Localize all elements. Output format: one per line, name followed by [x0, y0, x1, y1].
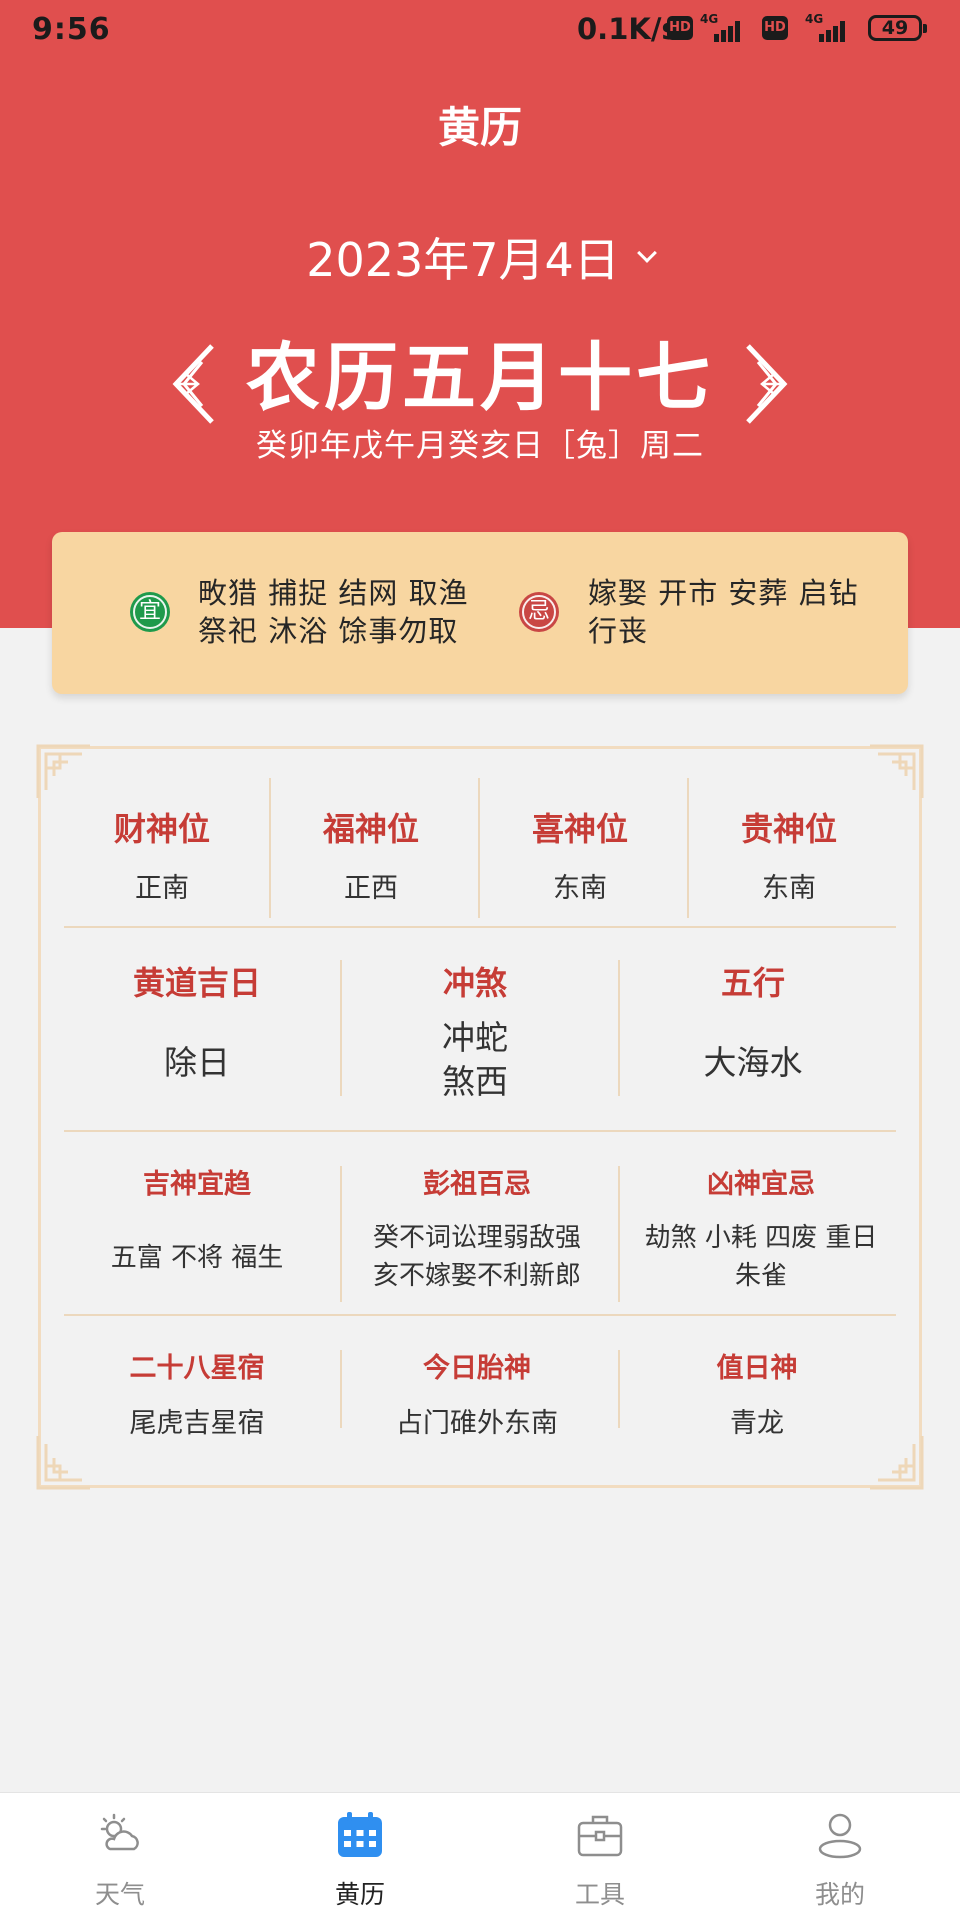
network-type-2: 4G: [805, 12, 824, 26]
chevron-down-icon[interactable]: [636, 243, 657, 263]
row3-value-line1: 劫煞 小耗 四废 重日: [644, 1223, 878, 1253]
row4-value: 青龙: [730, 1408, 784, 1439]
signal-icon: 4G: [700, 12, 744, 44]
divider: [340, 1350, 342, 1428]
corner-ornament-icon: [870, 1436, 924, 1490]
row3-value-line2: 朱雀: [734, 1261, 787, 1291]
jishen-cell: 吉神宜趋 五富 不将 福生: [58, 1162, 336, 1274]
xiongshen-cell: 凶神宜忌 劫煞 小耗 四废 重日 朱雀: [620, 1162, 902, 1295]
toolbox-icon[interactable]: [576, 1811, 624, 1859]
nav-profile[interactable]: 我的: [720, 1793, 960, 1921]
row3-value-line1: 癸不词讼理弱敌强: [372, 1223, 581, 1253]
ji-line-1: 嫁娶 开市 安葬 启钻: [588, 576, 859, 610]
signal-icon-2: 4G: [805, 12, 849, 44]
nav-calendar[interactable]: 黄历: [240, 1793, 480, 1921]
divider: [687, 778, 689, 918]
divider: [478, 778, 480, 918]
deity-title: 喜神位: [531, 810, 628, 848]
deity-title: 福神位: [322, 810, 419, 848]
almanac-panel: 财神位 正南 福神位 正西 喜神位 东南 贵神位 东南 黄道吉日 除日 冲煞 冲…: [36, 744, 924, 1490]
row3-title: 彭祖百忌: [423, 1169, 531, 1200]
huangdao-cell: 黄道吉日 除日: [58, 958, 336, 1084]
yi-line-1: 畋猎 捕捉 结网 取渔: [198, 576, 469, 610]
weather-icon[interactable]: [96, 1811, 144, 1859]
row4-value: 占门碓外东南: [396, 1408, 558, 1439]
ji-line-2: 行丧: [588, 614, 649, 648]
deity-value: 东南: [553, 873, 607, 904]
row4-value: 尾虎吉星宿: [129, 1408, 265, 1439]
wuxing-cell: 五行 大海水: [614, 958, 892, 1084]
ganzhi-date: 癸卯年戊午月癸亥日［兔］周二: [256, 428, 704, 464]
divider: [340, 1166, 342, 1302]
divider: [618, 960, 620, 1096]
divider: [618, 1166, 620, 1302]
deity-value: 东南: [762, 873, 816, 904]
network-type: 4G: [700, 12, 719, 26]
nav-label[interactable]: 工具: [480, 1875, 720, 1911]
deity-cell: 贵神位 东南: [685, 804, 893, 905]
divider: [64, 1314, 896, 1316]
row4-title: 值日神: [716, 1353, 798, 1384]
yiji-card: 宜 畋猎 捕捉 结网 取渔 祭祀 沐浴 馀事勿取 忌 嫁娶 开市 安葬 启钻 行…: [52, 532, 908, 694]
row4-title: 今日胎神: [423, 1353, 531, 1384]
deity-cell: 喜神位 东南: [476, 804, 684, 905]
nav-tools[interactable]: 工具: [480, 1793, 720, 1921]
deity-cell: 财神位 正南: [58, 804, 266, 905]
row2-title: 黄道吉日: [132, 964, 261, 1002]
divider: [64, 1130, 896, 1132]
ji-icon: 忌: [519, 592, 559, 632]
row3-title: 凶神宜忌: [707, 1169, 815, 1200]
chongsha-cell: 冲煞 冲蛇 煞西: [336, 958, 614, 1104]
status-bar: 9:56 0.1K/s HD 4G HD 4G 49: [0, 0, 960, 58]
page-title: 黄历: [437, 103, 522, 152]
network-speed: 0.1K/s: [577, 12, 679, 46]
yi-text: 畋猎 捕捉 结网 取渔 祭祀 沐浴 馀事勿取: [198, 574, 469, 650]
hd-icon: HD: [667, 16, 693, 40]
profile-icon[interactable]: [816, 1811, 864, 1859]
deity-title: 贵神位: [740, 810, 837, 848]
zhirishen-cell: 值日神 青龙: [618, 1346, 896, 1440]
status-time: 9:56: [32, 12, 111, 47]
nav-weather[interactable]: 天气: [0, 1793, 240, 1921]
ji-text: 嫁娶 开市 安葬 启钻 行丧: [588, 574, 859, 650]
row2-value-line2: 煞西: [442, 1062, 508, 1101]
row2-title: 冲煞: [442, 964, 507, 1002]
yi-line-2: 祭祀 沐浴 馀事勿取: [198, 614, 459, 648]
deity-title: 财神位: [113, 810, 210, 848]
row2-value: 大海水: [703, 1043, 803, 1082]
pengzu-cell: 彭祖百忌 癸不词讼理弱敌强 亥不嫁娶不利新郎: [336, 1162, 618, 1295]
battery-icon: 49: [868, 15, 927, 41]
divider: [618, 1350, 620, 1428]
row3-value-line2: 亥不嫁娶不利新郎: [372, 1261, 581, 1291]
row4-title: 二十八星宿: [129, 1353, 265, 1384]
xingxiu-cell: 二十八星宿 尾虎吉星宿: [58, 1346, 336, 1440]
calendar-icon[interactable]: [336, 1811, 384, 1859]
lunar-date: 农历五月十七: [246, 335, 714, 421]
divider: [64, 926, 896, 928]
row2-value-line1: 冲蛇: [442, 1018, 508, 1057]
nav-label[interactable]: 天气: [0, 1875, 240, 1911]
row2-value: 除日: [164, 1043, 230, 1082]
row3-value: 五富 不将 福生: [110, 1243, 284, 1273]
row3-title: 吉神宜趋: [143, 1169, 251, 1200]
date-selector[interactable]: 2023年7月4日: [0, 224, 960, 290]
hd-icon-2: HD: [762, 16, 788, 40]
corner-ornament-icon: [36, 744, 90, 798]
corner-ornament-icon: [36, 1436, 90, 1490]
selected-date[interactable]: 2023年7月4日: [306, 233, 620, 287]
deity-cell: 福神位 正西: [267, 804, 475, 905]
divider: [340, 960, 342, 1096]
nav-label[interactable]: 我的: [720, 1875, 960, 1911]
taishen-cell: 今日胎神 占门碓外东南: [336, 1346, 618, 1440]
row2-title: 五行: [720, 964, 785, 1002]
corner-ornament-icon: [870, 744, 924, 798]
nav-label[interactable]: 黄历: [240, 1875, 480, 1911]
divider: [269, 778, 271, 918]
bottom-nav: 天气 黄历 工具 我的: [0, 1792, 960, 1921]
deity-value: 正南: [135, 873, 189, 904]
yi-icon: 宜: [130, 592, 170, 632]
deity-value: 正西: [344, 873, 398, 904]
